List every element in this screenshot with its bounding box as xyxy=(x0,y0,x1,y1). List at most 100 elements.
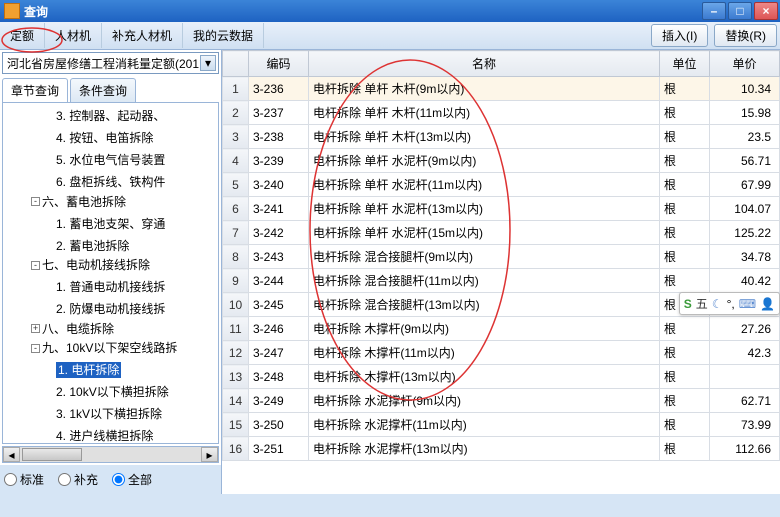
cell-name[interactable]: 电杆拆除 木撑杆(13m以内) xyxy=(309,365,660,389)
tree-node[interactable]: 1. 普通电动机接线拆 xyxy=(17,274,218,296)
cell-name[interactable]: 电杆拆除 单杆 木杆(9m以内) xyxy=(309,77,660,101)
cell-unit[interactable]: 根 xyxy=(660,245,710,269)
table-row[interactable]: 113-246电杆拆除 木撑杆(9m以内)根27.26 xyxy=(223,317,780,341)
cell-name[interactable]: 电杆拆除 单杆 木杆(11m以内) xyxy=(309,101,660,125)
tree-node[interactable]: 4. 按钮、电笛拆除 xyxy=(17,125,218,147)
table-row[interactable]: 83-243电杆拆除 混合接腿杆(9m以内)根34.78 xyxy=(223,245,780,269)
tree-node[interactable]: -九、10kV以下架空线路拆 xyxy=(17,338,218,358)
table-row[interactable]: 63-241电杆拆除 单杆 水泥杆(13m以内)根104.07 xyxy=(223,197,780,221)
tree-node[interactable]: 1. 蓄电池支架、穿通 xyxy=(17,211,218,233)
radio-standard[interactable]: 标准 xyxy=(4,471,44,488)
cell-code[interactable]: 3-236 xyxy=(249,77,309,101)
cell-name[interactable]: 电杆拆除 木撑杆(9m以内) xyxy=(309,317,660,341)
cell-code[interactable]: 3-247 xyxy=(249,341,309,365)
col-name[interactable]: 名称 xyxy=(309,51,660,77)
scroll-thumb[interactable] xyxy=(22,448,82,461)
tab-chapter[interactable]: 章节查询 xyxy=(2,78,68,102)
col-unit[interactable]: 单位 xyxy=(660,51,710,77)
cell-price[interactable]: 42.3 xyxy=(710,341,780,365)
chevron-down-icon[interactable]: ▾ xyxy=(200,55,216,71)
cell-unit[interactable]: 根 xyxy=(660,413,710,437)
cell-code[interactable]: 3-248 xyxy=(249,365,309,389)
table-row[interactable]: 43-239电杆拆除 单杆 水泥杆(9m以内)根56.71 xyxy=(223,149,780,173)
cell-code[interactable]: 3-245 xyxy=(249,293,309,317)
cell-price[interactable]: 40.42 xyxy=(710,269,780,293)
tree-node[interactable]: 2. 防爆电动机接线拆 xyxy=(17,296,218,318)
table-row[interactable]: 123-247电杆拆除 木撑杆(11m以内)根42.3 xyxy=(223,341,780,365)
table-row[interactable]: 143-249电杆拆除 水泥撑杆(9m以内)根62.71 xyxy=(223,389,780,413)
cell-unit[interactable]: 根 xyxy=(660,341,710,365)
user-icon[interactable]: 👤 xyxy=(760,297,775,311)
cell-code[interactable]: 3-250 xyxy=(249,413,309,437)
cell-unit[interactable]: 根 xyxy=(660,365,710,389)
collapse-icon[interactable]: - xyxy=(31,197,40,206)
cell-price[interactable]: 34.78 xyxy=(710,245,780,269)
col-rownum[interactable] xyxy=(223,51,249,77)
table-row[interactable]: 133-248电杆拆除 木撑杆(13m以内)根 xyxy=(223,365,780,389)
minimize-button[interactable]: – xyxy=(702,2,726,20)
cell-unit[interactable]: 根 xyxy=(660,173,710,197)
cell-price[interactable]: 62.71 xyxy=(710,389,780,413)
cell-price[interactable]: 15.98 xyxy=(710,101,780,125)
tree-node[interactable]: 5. 水位电气信号装置 xyxy=(17,147,218,169)
cell-code[interactable]: 3-241 xyxy=(249,197,309,221)
tree-hscrollbar[interactable]: ◂ ▸ xyxy=(2,446,219,463)
toolbar-quota[interactable]: 定额 xyxy=(0,23,45,48)
scroll-right-icon[interactable]: ▸ xyxy=(201,447,218,462)
cell-price[interactable]: 104.07 xyxy=(710,197,780,221)
insert-button[interactable]: 插入(I) xyxy=(651,24,708,47)
cell-code[interactable]: 3-243 xyxy=(249,245,309,269)
cell-name[interactable]: 电杆拆除 单杆 水泥杆(9m以内) xyxy=(309,149,660,173)
collapse-icon[interactable]: - xyxy=(31,344,40,353)
cell-code[interactable]: 3-246 xyxy=(249,317,309,341)
cell-code[interactable]: 3-239 xyxy=(249,149,309,173)
table-row[interactable]: 53-240电杆拆除 单杆 水泥杆(11m以内)根67.99 xyxy=(223,173,780,197)
tree-node[interactable]: 6. 盘柜拆线、铁构件 xyxy=(17,169,218,191)
table-row[interactable]: 33-238电杆拆除 单杆 木杆(13m以内)根23.5 xyxy=(223,125,780,149)
tree-node[interactable]: -六、蓄电池拆除 xyxy=(17,191,218,211)
cell-code[interactable]: 3-240 xyxy=(249,173,309,197)
toolbar-labor[interactable]: 人材机 xyxy=(45,23,102,48)
toolbar-cloud[interactable]: 我的云数据 xyxy=(183,23,264,48)
radio-supplement[interactable]: 补充 xyxy=(58,471,98,488)
cell-code[interactable]: 3-238 xyxy=(249,125,309,149)
tree-node[interactable]: 3. 1kV以下横担拆除 xyxy=(17,401,218,423)
cell-name[interactable]: 电杆拆除 水泥撑杆(9m以内) xyxy=(309,389,660,413)
col-price[interactable]: 单价 xyxy=(710,51,780,77)
ime-toolbar[interactable]: S 五 ☾ °, ⌨ 👤 xyxy=(679,292,780,315)
cell-name[interactable]: 电杆拆除 单杆 水泥杆(11m以内) xyxy=(309,173,660,197)
keyboard-icon[interactable]: ⌨ xyxy=(739,297,756,311)
tree-node[interactable]: 1. 电杆拆除 xyxy=(17,357,218,379)
cell-name[interactable]: 电杆拆除 混合接腿杆(9m以内) xyxy=(309,245,660,269)
cell-name[interactable]: 电杆拆除 水泥撑杆(13m以内) xyxy=(309,437,660,461)
scroll-left-icon[interactable]: ◂ xyxy=(3,447,20,462)
table-row[interactable]: 23-237电杆拆除 单杆 木杆(11m以内)根15.98 xyxy=(223,101,780,125)
table-row[interactable]: 93-244电杆拆除 混合接腿杆(11m以内)根40.42 xyxy=(223,269,780,293)
expand-icon[interactable]: + xyxy=(31,324,40,333)
cell-name[interactable]: 电杆拆除 水泥撑杆(11m以内) xyxy=(309,413,660,437)
cell-unit[interactable]: 根 xyxy=(660,149,710,173)
quota-combo[interactable]: 河北省房屋修缮工程消耗量定额(201 ▾ xyxy=(2,52,219,74)
tree-node[interactable]: 4. 进户线横担拆除 xyxy=(17,423,218,444)
cell-unit[interactable]: 根 xyxy=(660,437,710,461)
cell-name[interactable]: 电杆拆除 混合接腿杆(13m以内) xyxy=(309,293,660,317)
cell-price[interactable]: 73.99 xyxy=(710,413,780,437)
cell-name[interactable]: 电杆拆除 混合接腿杆(11m以内) xyxy=(309,269,660,293)
cell-name[interactable]: 电杆拆除 木撑杆(11m以内) xyxy=(309,341,660,365)
cell-price[interactable]: 125.22 xyxy=(710,221,780,245)
cell-price[interactable]: 67.99 xyxy=(710,173,780,197)
cell-code[interactable]: 3-242 xyxy=(249,221,309,245)
maximize-button[interactable]: □ xyxy=(728,2,752,20)
cell-code[interactable]: 3-251 xyxy=(249,437,309,461)
cell-name[interactable]: 电杆拆除 单杆 水泥杆(13m以内) xyxy=(309,197,660,221)
cell-unit[interactable]: 根 xyxy=(660,197,710,221)
cell-unit[interactable]: 根 xyxy=(660,269,710,293)
cell-name[interactable]: 电杆拆除 单杆 木杆(13m以内) xyxy=(309,125,660,149)
cell-price[interactable]: 27.26 xyxy=(710,317,780,341)
table-row[interactable]: 163-251电杆拆除 水泥撑杆(13m以内)根112.66 xyxy=(223,437,780,461)
radio-all[interactable]: 全部 xyxy=(112,471,152,488)
cell-code[interactable]: 3-249 xyxy=(249,389,309,413)
tree-node[interactable]: +八、电缆拆除 xyxy=(17,318,218,338)
tab-condition[interactable]: 条件查询 xyxy=(70,78,136,102)
cell-unit[interactable]: 根 xyxy=(660,221,710,245)
